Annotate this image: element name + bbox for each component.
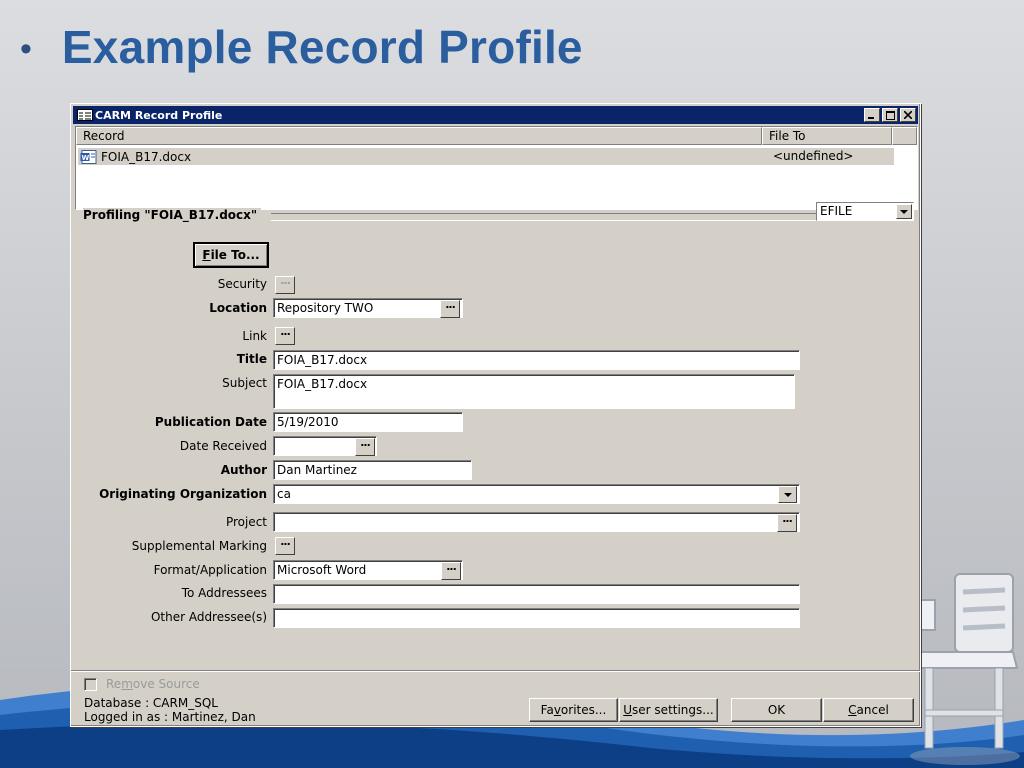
publication-date-value: 5/19/2010 [277,415,339,429]
originating-org-value: ca [277,487,291,501]
other-addressees-field[interactable] [273,608,800,628]
location-value: Repository TWO [277,301,374,315]
link-browse-button[interactable]: ... [275,326,295,345]
file-to-label: ile To... [210,248,260,262]
slide-title: • Example Record Profile [20,12,583,82]
project-label: Project [225,515,267,529]
project-field[interactable] [273,512,800,532]
title-field[interactable]: FOIA_B17.docx [273,350,800,370]
other-addressees-label: Other Addressee(s) [150,610,267,624]
project-browse-button[interactable]: ... [777,513,797,532]
window-titlebar[interactable]: CARM Record Profile [73,106,918,124]
originating-org-label: Originating Organization [99,487,267,501]
security-browse-button[interactable]: ... [275,275,295,294]
security-label: Security [217,277,267,291]
form-type-select[interactable]: EFILE [816,202,914,221]
file-to-accelerator: F [202,248,211,262]
location-label: Location [209,301,267,315]
author-label: Author [220,463,267,477]
format-application-browse-button[interactable]: ... [441,561,461,580]
supplemental-marking-browse-button[interactable]: ... [275,536,295,555]
maximize-button[interactable] [882,108,898,122]
author-field[interactable]: Dan Martinez [273,460,472,480]
record-list[interactable]: Record File To W FOIA_B17.docx <undefine… [75,126,918,210]
format-application-value: Microsoft Word [277,563,367,577]
author-value: Dan Martinez [277,463,357,477]
list-item[interactable]: W FOIA_B17.docx <undefined> [78,148,894,165]
title-label: Title [236,352,267,366]
profiling-heading: Profiling "FOIA_B17.docx" [83,208,262,222]
slide-title-text: Example Record Profile [61,21,583,73]
database-status: Database : CARM_SQL [84,696,218,710]
window-title: CARM Record Profile [95,108,223,122]
date-received-browse-button[interactable]: ... [355,437,375,456]
publication-date-label: Publication Date [154,415,267,429]
subject-label: Subject [222,376,267,390]
minimize-button[interactable] [864,108,880,122]
remove-source-label: Remove Source [106,677,200,691]
ok-button[interactable]: OK [731,698,822,722]
chevron-down-icon [783,492,792,497]
originating-org-dropdown-button[interactable] [778,486,797,503]
minimize-icon [868,117,874,119]
supplemental-marking-label: Supplemental Marking [131,539,267,553]
column-header-record[interactable]: Record [76,127,762,145]
column-header-file-to[interactable]: File To [762,127,892,145]
window-app-icon[interactable] [77,109,93,121]
originating-org-select[interactable]: ca [273,484,800,504]
subject-field[interactable]: FOIA_B17.docx [273,374,795,409]
close-button[interactable] [900,108,916,122]
publication-date-field[interactable]: 5/19/2010 [273,412,463,432]
user-settings-button[interactable]: User settings... [619,698,718,722]
chevron-down-icon [900,209,908,214]
location-browse-button[interactable]: ... [440,299,460,318]
cancel-button[interactable]: Cancel [823,698,914,722]
word-document-icon: W [80,149,97,164]
subject-value: FOIA_B17.docx [277,377,368,391]
file-to-button[interactable]: File To... [193,242,269,268]
form-type-value: EFILE [820,204,853,218]
link-label: Link [242,329,267,343]
format-application-label: Format/Application [153,563,267,577]
to-addressees-field[interactable] [273,584,800,604]
profiling-divider [271,213,816,221]
maximize-icon [885,110,895,120]
format-application-field[interactable]: Microsoft Word [273,560,463,580]
decorative-chair [905,573,1020,765]
remove-source-checkbox[interactable] [84,678,97,691]
record-file-to: <undefined> [773,149,854,163]
form-type-dropdown-button[interactable] [896,204,912,219]
location-field[interactable]: Repository TWO [273,298,463,318]
close-icon [904,111,912,119]
column-header-filler [892,127,917,145]
date-received-label: Date Received [179,439,267,453]
favorites-button[interactable]: Fa v orites... [529,698,618,722]
svg-text:W: W [82,154,90,162]
title-value: FOIA_B17.docx [277,353,368,367]
to-addressees-label: To Addressees [181,586,267,600]
bullet: • [20,29,32,68]
logged-in-status: Logged in as : Martinez, Dan [84,710,256,724]
record-name: FOIA_B17.docx [101,149,192,164]
record-profile-window: CARM Record Profile Record File To W FOI… [70,103,921,727]
footer-divider [71,670,920,672]
